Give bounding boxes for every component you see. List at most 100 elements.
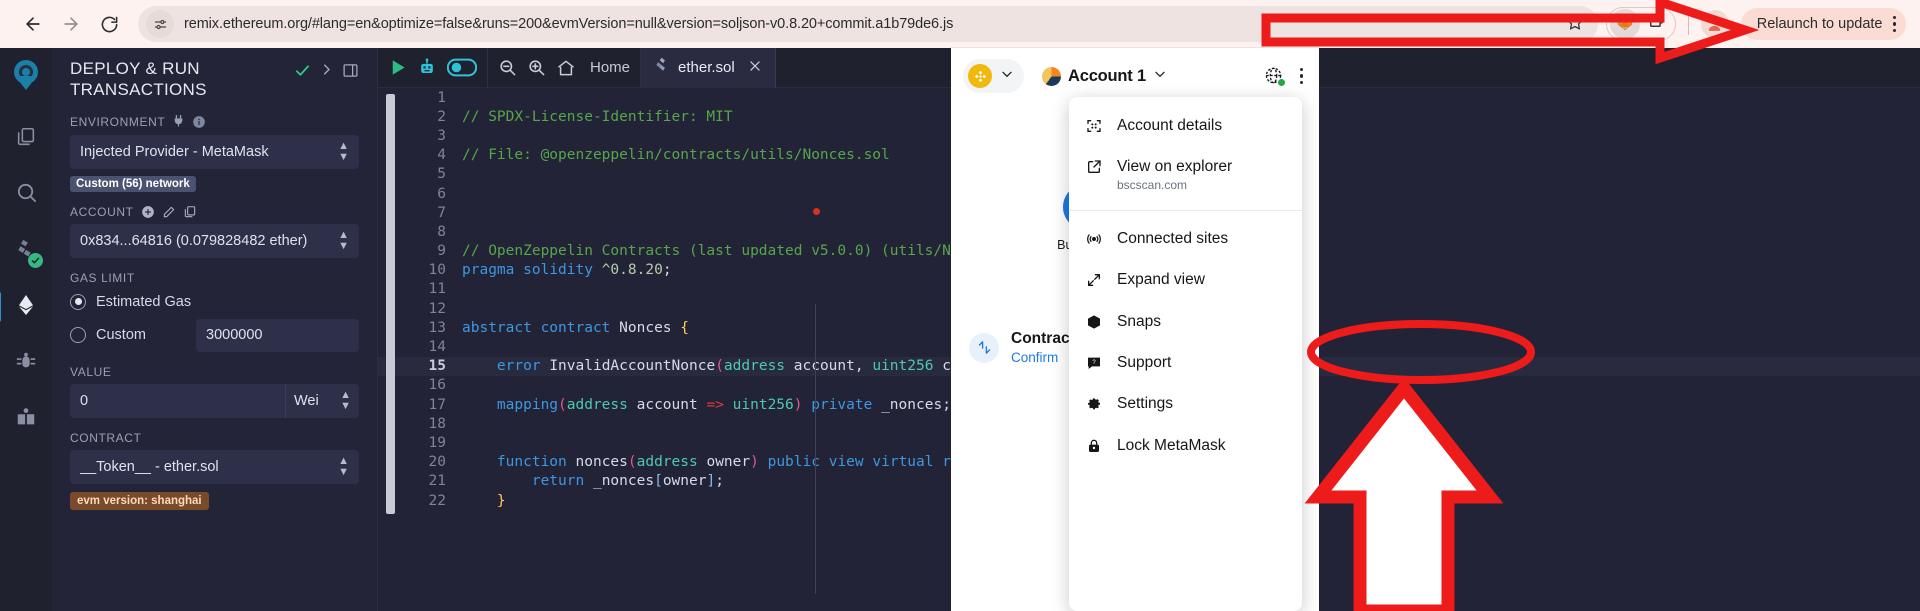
radio-custom-gas[interactable] (70, 327, 86, 343)
line-content: } (496, 492, 506, 509)
profile-avatar-icon[interactable] (1700, 10, 1729, 38)
custom-gas-input[interactable]: 3000000 (196, 318, 359, 352)
account-avatar-icon (1042, 66, 1061, 86)
puzzle-piece-icon (1646, 12, 1665, 36)
menu-item-connected-sites[interactable]: Connected sites (1069, 218, 1302, 259)
menu-sublabel: bscscan.com (1117, 177, 1188, 192)
network-badge: Custom (56) network (70, 175, 196, 192)
zoom-out-icon[interactable] (498, 58, 517, 77)
editor-tab-ether-sol[interactable]: ether.sol (641, 47, 776, 88)
account-value: 0x834...64816 (0.079828482 ether) (80, 232, 308, 249)
bnb-network-icon (968, 64, 992, 88)
reload-button[interactable] (90, 5, 128, 43)
network-selector[interactable] (963, 59, 1024, 93)
play-icon[interactable] (388, 58, 407, 77)
three-dot-menu-icon[interactable] (1892, 15, 1896, 33)
menu-label-group: Connected sites (1117, 229, 1228, 248)
extensions-button[interactable] (1640, 9, 1672, 39)
sidebar-item-documentation[interactable] (3, 396, 49, 442)
external-link-icon (1085, 157, 1103, 175)
robot-icon[interactable] (417, 58, 437, 78)
menu-label-group: Expand view (1117, 270, 1205, 289)
menu-label: Account details (1117, 117, 1223, 134)
gas-limit-label: GAS LIMIT (70, 270, 135, 285)
close-icon[interactable] (748, 59, 762, 77)
menu-label-group: Account details (1117, 116, 1222, 135)
line-content: // File: @openzeppelin/contracts/utils/N… (462, 147, 890, 164)
remix-logo-icon[interactable] (4, 54, 48, 98)
files-icon (15, 126, 37, 153)
account-selector[interactable]: Account 1 (1042, 66, 1167, 86)
compiler-success-badge (28, 253, 43, 268)
book-icon (15, 406, 37, 433)
extensions-pill (1605, 7, 1676, 41)
deploy-and-run-panel: DEPLOY & RUN TRANSACTIONS ENVIRONMENT In… (52, 48, 378, 611)
environment-value: Injected Provider - MetaMask (80, 143, 269, 160)
relaunch-label: Relaunch to update (1756, 16, 1883, 32)
account-select[interactable]: 0x834...64816 (0.079828482 ether) ▲ ▼ (70, 223, 359, 258)
menu-item-account-details[interactable]: Account details (1069, 105, 1302, 146)
menu-item-lock-metamask[interactable]: Lock MetaMask (1069, 425, 1302, 466)
menu-item-expand-view[interactable]: Expand view (1069, 259, 1302, 300)
menu-item-view-on-explorer[interactable]: View on explorer bscscan.com (1069, 146, 1302, 202)
menu-item-snaps[interactable]: Snaps (1069, 301, 1302, 342)
environment-select[interactable]: Injected Provider - MetaMask ▲ ▼ (70, 134, 359, 169)
search-icon (15, 181, 38, 209)
browser-toolbar: remix.ethereum.org/#lang=en&optimize=fal… (0, 0, 1920, 48)
three-dot-menu-icon[interactable] (1299, 67, 1303, 85)
panel-check-icon[interactable] (294, 58, 311, 79)
scroll-up-arrow-icon[interactable]: ▲ (386, 88, 391, 90)
panel-next-icon[interactable] (319, 58, 334, 77)
browser-toolbar-right: Relaunch to update (1605, 7, 1906, 41)
editor-tab-name: ether.sol (678, 59, 735, 76)
zoom-in-icon[interactable] (527, 58, 546, 77)
menu-item-support[interactable]: ? Support (1069, 342, 1302, 383)
panel-layout-icon[interactable] (342, 58, 359, 79)
value-input[interactable]: 0 (70, 383, 285, 418)
lock-icon (1085, 436, 1103, 454)
add-account-icon[interactable] (141, 205, 155, 219)
sidebar-item-deploy-run[interactable] (0, 284, 49, 330)
star-icon[interactable] (1566, 13, 1584, 36)
menu-label: Settings (1117, 395, 1174, 413)
forward-button[interactable] (52, 5, 90, 43)
info-icon[interactable] (192, 115, 206, 129)
activity-status: Confirm (1011, 350, 1059, 365)
solidity-file-icon (654, 57, 669, 78)
cube-icon (1085, 312, 1103, 330)
url-text: remix.ethereum.org/#lang=en&optimize=fal… (184, 16, 954, 32)
toggle-switch-icon[interactable] (447, 58, 477, 77)
bug-icon (15, 350, 37, 377)
custom-gas-label: Custom (96, 327, 146, 343)
gas-custom-row[interactable]: Custom 3000000 (70, 318, 359, 352)
sidebar-item-file-explorer[interactable] (3, 116, 49, 162)
menu-label-group: Settings (1117, 394, 1173, 413)
line-content: abstract contract Nonces { (462, 319, 690, 336)
sidebar-item-solidity-compiler[interactable] (3, 228, 49, 274)
error-marker-dot (813, 208, 820, 215)
metamask-extension-button[interactable] (1609, 9, 1640, 39)
relaunch-to-update-button[interactable]: Relaunch to update (1740, 8, 1906, 40)
site-settings-icon[interactable] (146, 10, 174, 38)
edit-account-icon[interactable] (162, 205, 176, 219)
metamask-header-right (1264, 66, 1308, 87)
help-chat-icon: ? (1085, 353, 1103, 371)
menu-divider (1069, 209, 1302, 211)
gas-estimated-row[interactable]: Estimated Gas (70, 293, 359, 310)
menu-item-settings[interactable]: Settings (1069, 383, 1302, 424)
editor-scrollbar[interactable] (386, 94, 395, 514)
contract-select[interactable]: __Token__ - ether.sol ▲ ▼ (70, 449, 359, 484)
value-unit-select[interactable]: Wei ▲ ▼ (285, 383, 359, 418)
copy-account-icon[interactable] (183, 205, 197, 219)
run-group (378, 47, 488, 88)
radio-estimated-gas[interactable] (70, 293, 86, 310)
address-bar[interactable]: remix.ethereum.org/#lang=en&optimize=fal… (138, 6, 1598, 42)
connected-sites-globe-icon[interactable] (1264, 66, 1286, 87)
sidebar-item-search[interactable] (3, 172, 49, 218)
home-icon[interactable] (556, 58, 576, 78)
evm-version-badge: evm version: shanghai (70, 491, 209, 510)
indent-guide (815, 304, 816, 594)
back-button[interactable] (14, 5, 52, 43)
sidebar-item-debugger[interactable] (3, 340, 49, 386)
metamask-fox-icon (1614, 11, 1636, 38)
